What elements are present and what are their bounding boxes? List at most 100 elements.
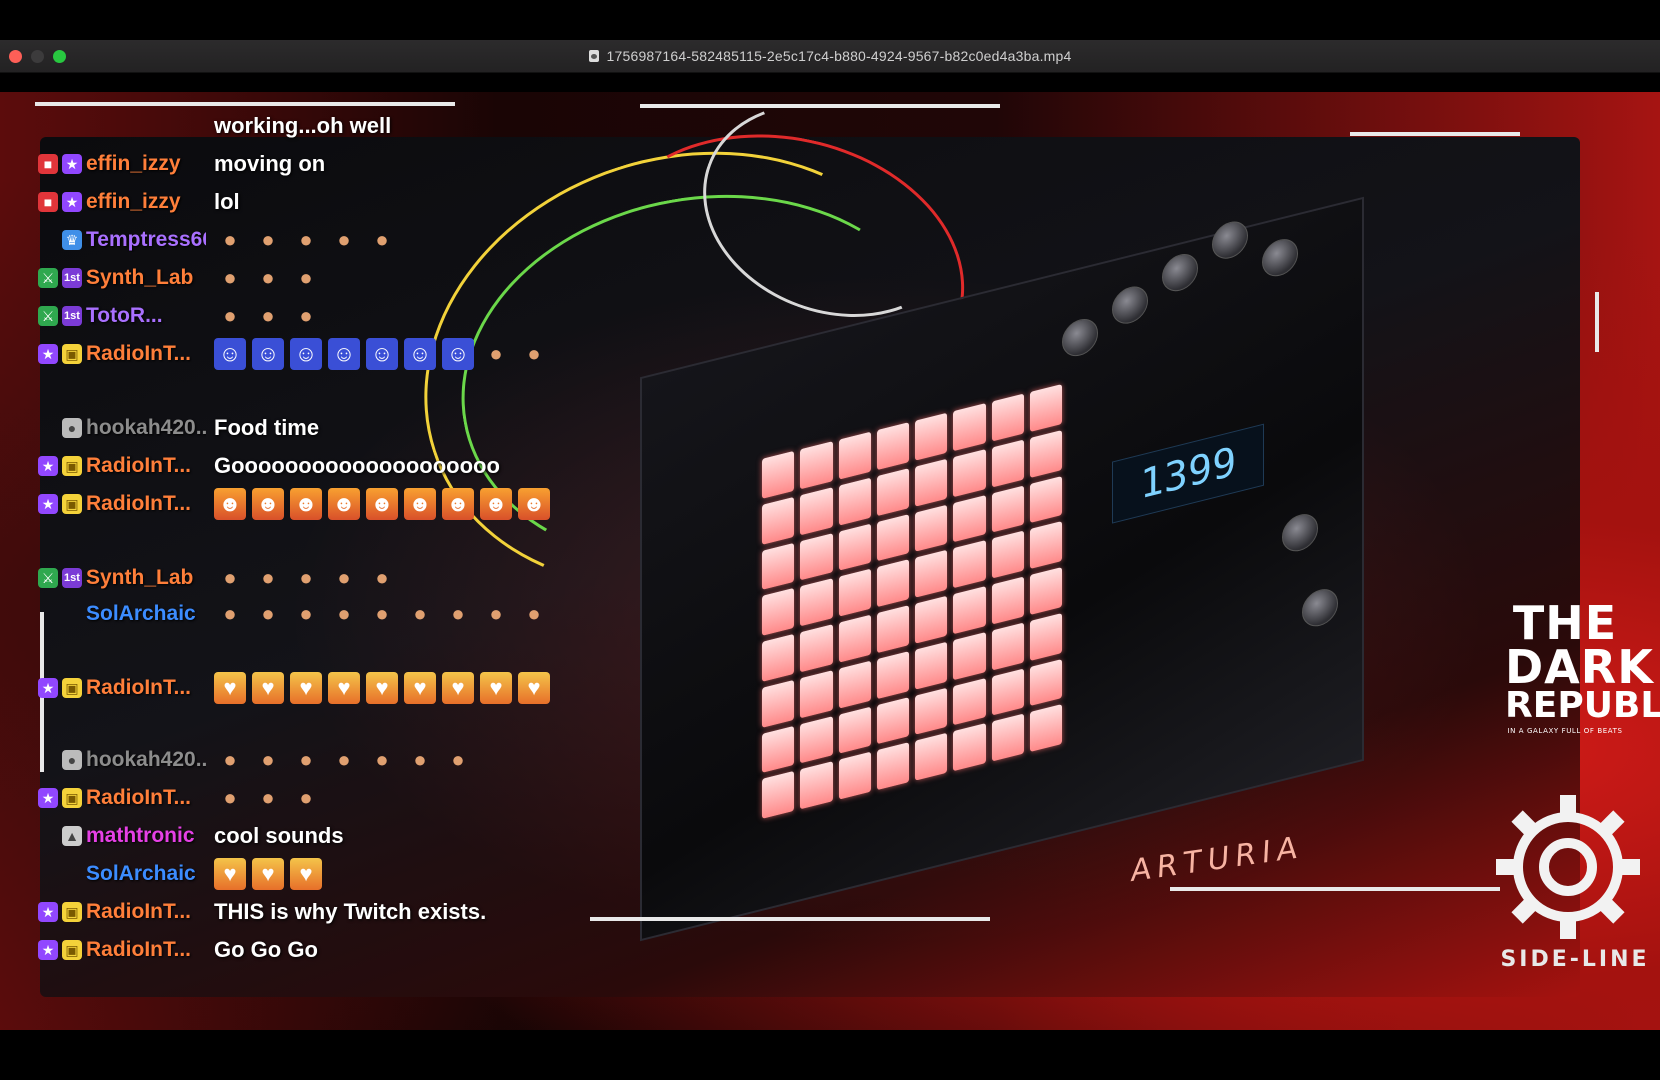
emote-icon: ● <box>337 565 351 590</box>
step-pad <box>838 431 871 480</box>
step-pad <box>800 578 833 627</box>
chat-message: ★ ▣ RadioInT... ♥ ♥ ♥ ♥ ♥ ♥ ♥ ♥ ♥ <box>0 672 550 704</box>
step-pad-grid <box>762 384 1062 819</box>
chat-message: ● hookah420... Food time <box>0 412 319 444</box>
emote-icon: ● <box>261 565 275 590</box>
step-pad <box>991 668 1024 716</box>
emote-icon: ☻ <box>290 488 322 520</box>
emote-icon: ♥ <box>328 672 360 704</box>
step-pad <box>762 496 795 545</box>
emote-icon: ● <box>489 601 503 626</box>
video-player[interactable]: 1399 ARTURIA working...oh well ■ ★ effin_iz… <box>0 92 1660 1030</box>
emote-icon: ● <box>261 227 275 252</box>
chat-message: ● hookah420... ● ● ● ● ● ● ● <box>0 744 474 776</box>
device-brand-label: ARTURIA <box>1128 830 1306 889</box>
chat-overlay: working...oh well ■ ★ effin_izzy moving on ■ ★… <box>0 92 620 1030</box>
chat-username[interactable]: RadioInT... <box>86 342 206 366</box>
emote-icon: ☻ <box>404 488 436 520</box>
chat-username[interactable]: TotoR... <box>86 304 206 328</box>
chat-text: lol <box>214 189 240 214</box>
chat-username[interactable]: SolArchaic <box>86 602 206 626</box>
emote-icon: ☻ <box>480 488 512 520</box>
chat-emotes: ● ● ● <box>214 262 322 294</box>
chat-username[interactable]: RadioInT... <box>86 454 206 478</box>
chat-username[interactable]: Temptress66 <box>86 228 206 252</box>
chat-username[interactable]: RadioInT... <box>86 938 206 962</box>
chat-badges: ⚔ 1st <box>0 306 86 326</box>
step-pad <box>800 487 833 535</box>
emote-icon: ● <box>337 227 351 252</box>
chat-text: Goooooooooooooooooooo <box>214 453 500 478</box>
emote-icon: ● <box>299 227 313 252</box>
emote-icon: ☺ <box>214 338 246 370</box>
step-pad <box>838 706 871 755</box>
hud-frame-line <box>590 917 990 921</box>
chat-message: SolArchaic ● ● ● ● ● ● ● ● ● <box>0 598 550 630</box>
chat-username[interactable]: RadioInT... <box>86 492 206 516</box>
chat-message: ⚔ 1st Synth_Lab ● ● ● <box>0 262 322 294</box>
step-pad <box>876 422 909 470</box>
emote-icon: ● <box>337 747 351 772</box>
gear-icon <box>1496 795 1640 939</box>
step-pad <box>838 568 871 617</box>
emote-icon: ♥ <box>290 672 322 704</box>
emote-icon: ● <box>223 747 237 772</box>
gift-icon: ▣ <box>62 456 82 476</box>
chat-badges: ★ ▣ <box>0 494 86 514</box>
chat-badges: ⚔ 1st <box>0 568 86 588</box>
star-icon: ★ <box>38 678 58 698</box>
step-pad <box>915 504 948 552</box>
chat-username[interactable]: mathtronic <box>86 824 206 848</box>
step-pad <box>800 761 833 810</box>
step-pad <box>1029 658 1062 707</box>
emote-icon: ● <box>299 785 313 810</box>
step-pad <box>953 403 986 451</box>
gift-icon: ▣ <box>62 494 82 514</box>
chat-username[interactable]: SolArchaic <box>86 862 206 886</box>
chat-message: ♛ Temptress66 ● ● ● ● ● <box>0 224 398 256</box>
chat-username[interactable]: RadioInT... <box>86 676 206 700</box>
chat-username[interactable]: RadioInT... <box>86 900 206 924</box>
step-pad <box>991 485 1024 533</box>
knob <box>1162 250 1198 296</box>
bot-icon: ● <box>62 418 82 438</box>
chat-username[interactable]: hookah420... <box>86 416 206 440</box>
chat-username[interactable]: Synth_Lab <box>86 566 206 590</box>
emote-icon: ● <box>223 785 237 810</box>
hud-frame-line <box>1170 887 1500 891</box>
emote-icon: ☻ <box>328 488 360 520</box>
emote-icon: ● <box>451 601 465 626</box>
gift-icon: ▣ <box>62 902 82 922</box>
first-icon: 1st <box>62 568 82 588</box>
sword-icon: ⚔ <box>38 306 58 326</box>
step-pad <box>915 732 948 781</box>
chat-username[interactable]: effin_izzy <box>86 152 206 176</box>
star-icon: ★ <box>38 902 58 922</box>
chat-username[interactable]: Synth_Lab <box>86 266 206 290</box>
chat-username[interactable]: hookah420... <box>86 748 206 772</box>
emote-icon: ☺ <box>404 338 436 370</box>
side-line-watermark: SIDE-LINE <box>1500 947 1650 972</box>
emote-icon: ♥ <box>518 672 550 704</box>
step-pad <box>800 441 833 490</box>
window-title: 1756987164-582485115-2e5c17c4-b880-4924-… <box>0 48 1660 64</box>
chat-emotes: ♥ ♥ ♥ ♥ ♥ ♥ ♥ ♥ ♥ <box>214 672 550 704</box>
emote-icon: ● <box>413 601 427 626</box>
logo-tagline: IN A GALAXY FULL OF BEATS <box>1507 726 1623 735</box>
step-pad <box>991 622 1024 671</box>
emote-icon: ♥ <box>480 672 512 704</box>
step-pad <box>915 641 948 690</box>
chat-badges: ⚔ 1st <box>0 268 86 288</box>
emote-icon: ☻ <box>518 488 550 520</box>
chat-username[interactable]: effin_izzy <box>86 190 206 214</box>
step-pad <box>876 650 909 699</box>
emote-icon: ● <box>413 747 427 772</box>
step-pad <box>915 687 948 735</box>
step-pad <box>762 725 795 774</box>
emote-icon: ● <box>299 303 313 328</box>
emote-icon: ● <box>261 601 275 626</box>
chat-username[interactable]: RadioInT... <box>86 786 206 810</box>
emote-icon: ♥ <box>214 672 246 704</box>
sword-icon: ⚔ <box>38 268 58 288</box>
step-pad <box>991 439 1024 488</box>
